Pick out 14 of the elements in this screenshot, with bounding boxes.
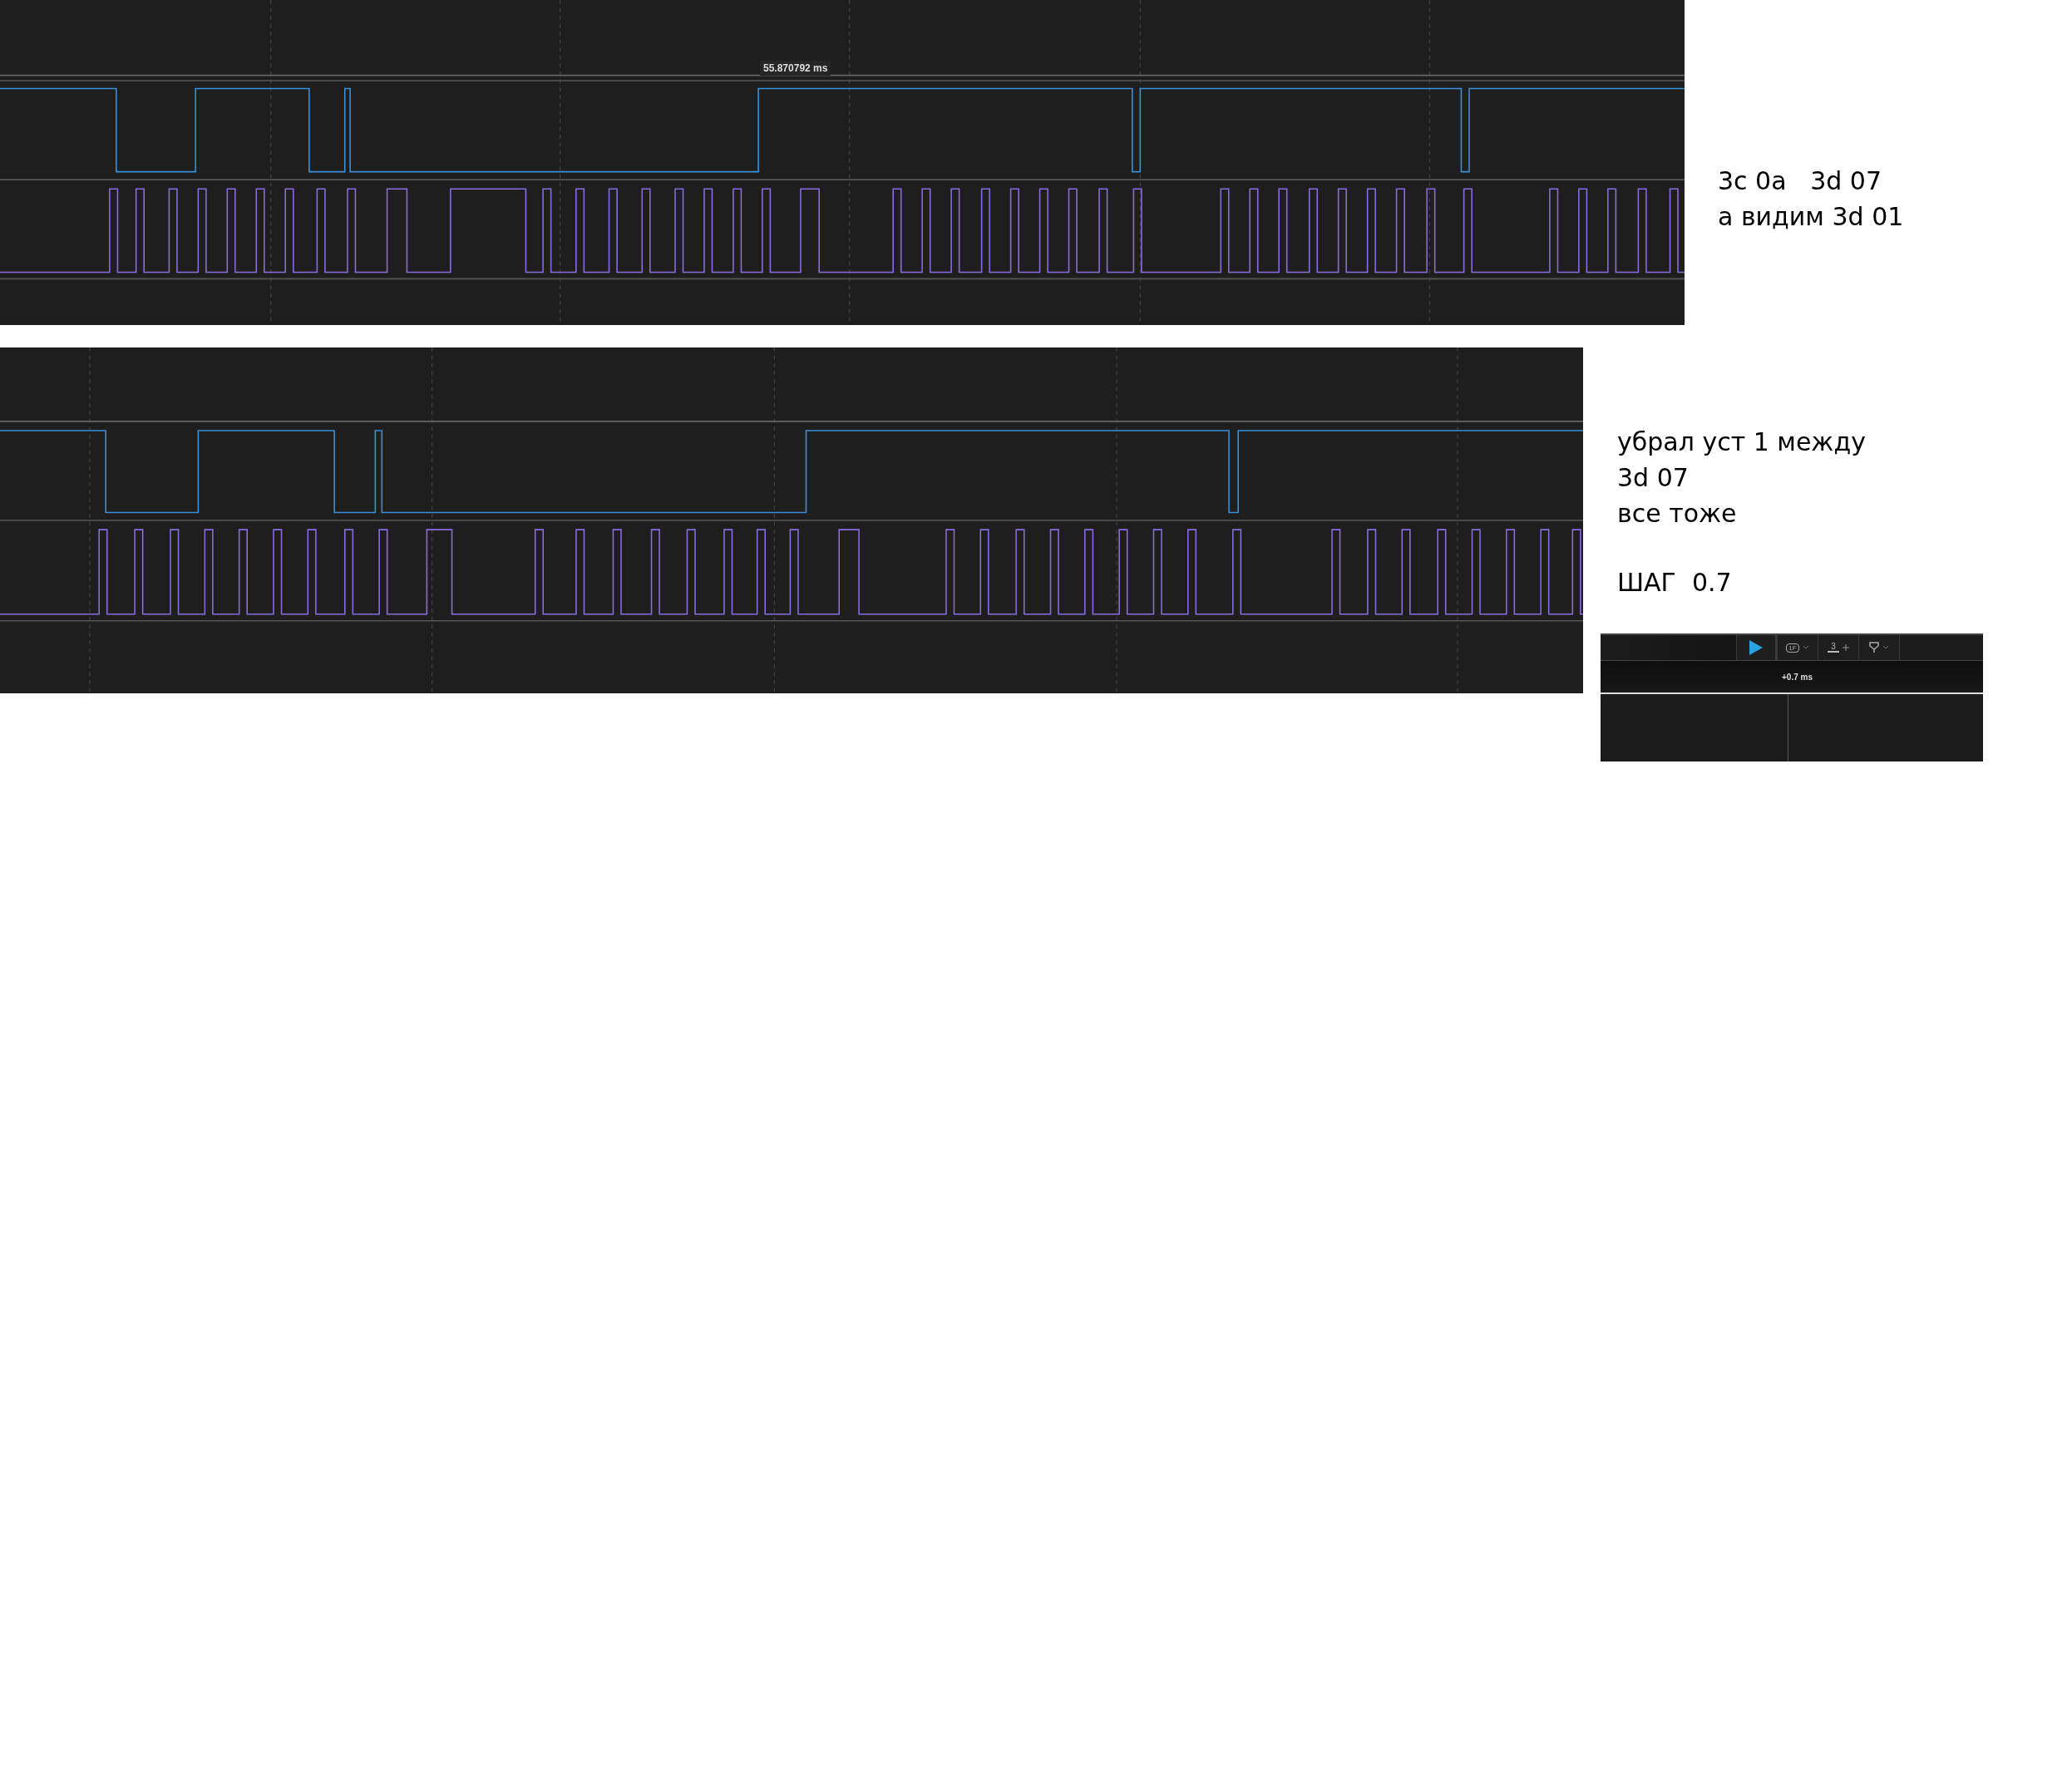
chevron-icon <box>1882 645 1889 650</box>
chevron-icon <box>1802 645 1809 650</box>
timestamp-label: 55.870792 ms <box>760 61 831 76</box>
note-text: 3c 0a 3d 07 <box>1718 165 1883 197</box>
note-text: все тоже <box>1617 498 1738 530</box>
time-offset-label: +0.7 ms <box>1782 673 1813 682</box>
note-text: 3d 07 <box>1617 462 1690 494</box>
note-text: убрал уст 1 между <box>1617 426 1867 458</box>
hexagon-icon: 1F <box>1786 643 1799 653</box>
funnel-icon <box>1869 642 1879 653</box>
note-text: а видим 3d 01 <box>1718 201 1904 233</box>
plus-icon <box>1842 644 1849 651</box>
play-icon <box>1749 639 1764 656</box>
step-note: ШАГ 0.7 <box>1617 567 1733 599</box>
